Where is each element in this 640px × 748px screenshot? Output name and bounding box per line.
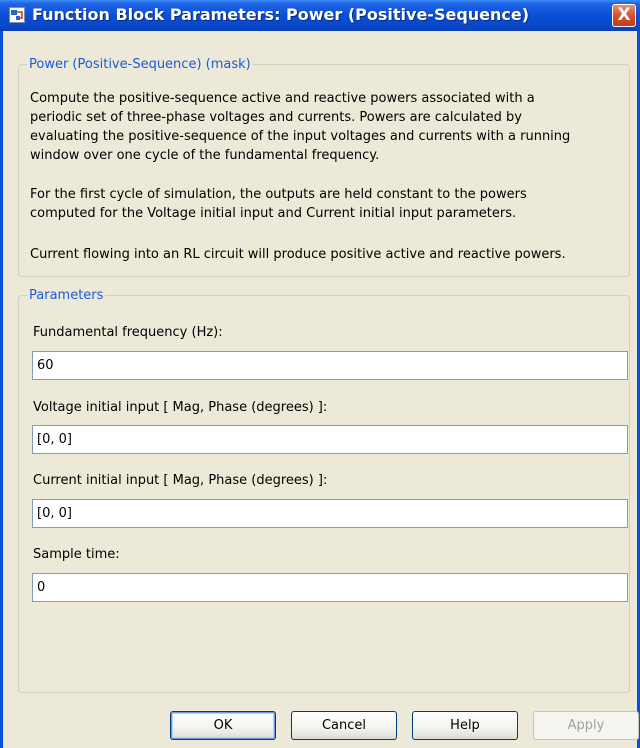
close-icon: X <box>617 5 631 25</box>
voltage-initial-input-field[interactable]: [0, 0] <box>32 425 628 454</box>
close-button[interactable]: X <box>612 4 636 27</box>
initial-conditions-note: For the first cycle of simulation, the o… <box>30 185 630 223</box>
sample-time-input[interactable]: 0 <box>32 573 628 602</box>
mask-description: Compute the positive-sequence active and… <box>30 89 630 165</box>
cancel-button[interactable]: Cancel <box>291 711 397 740</box>
apply-button[interactable]: Apply <box>533 711 639 740</box>
fundamental-frequency-label: Fundamental frequency (Hz): <box>33 325 223 340</box>
block-parameters-icon <box>9 7 25 23</box>
current-initial-input-label: Current initial input [ Mag, Phase (degr… <box>33 473 328 488</box>
title-bar[interactable]: Function Block Parameters: Power (Positi… <box>0 0 640 31</box>
sample-time-label: Sample time: <box>33 547 120 562</box>
description-line: Compute the positive-sequence active and… <box>30 91 535 106</box>
voltage-initial-input-label: Voltage initial input [ Mag, Phase (degr… <box>33 400 328 415</box>
description-line: computed for the Voltage initial input a… <box>30 206 517 221</box>
description-line: window over one cycle of the fundamental… <box>30 148 380 163</box>
mask-group-legend: Power (Positive-Sequence) (mask) <box>29 57 251 72</box>
description-line: evaluating the positive-sequence of the … <box>30 129 571 144</box>
parameters-group: Parameters <box>18 288 630 693</box>
description-line: For the first cycle of simulation, the o… <box>30 187 527 202</box>
current-initial-input-field[interactable]: [0, 0] <box>32 499 628 528</box>
description-line: periodic set of three-phase voltages and… <box>30 110 522 125</box>
ok-button[interactable]: OK <box>170 711 276 740</box>
window-title: Function Block Parameters: Power (Positi… <box>32 5 530 24</box>
help-button[interactable]: Help <box>412 711 518 740</box>
rl-circuit-note: Current flowing into an RL circuit will … <box>30 247 566 262</box>
parameters-group-legend: Parameters <box>29 288 104 303</box>
fundamental-frequency-input[interactable]: 60 <box>32 351 628 380</box>
